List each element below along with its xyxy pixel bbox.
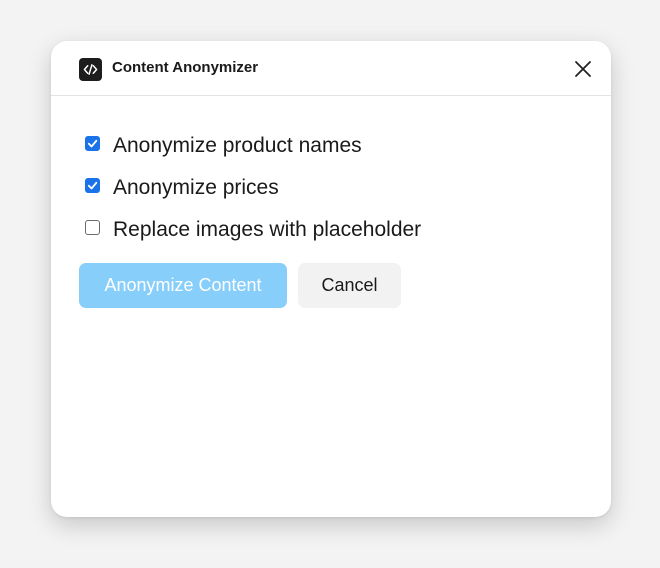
checkbox-anonymize-prices[interactable] — [85, 178, 100, 193]
options-list: Anonymize product names Anonymize prices… — [85, 125, 421, 251]
option-anonymize-product-names[interactable]: Anonymize product names — [85, 125, 421, 167]
checkmark-icon — [87, 181, 98, 190]
option-replace-images[interactable]: Replace images with placeholder — [85, 209, 421, 251]
anonymize-content-button[interactable]: Anonymize Content — [79, 263, 287, 308]
close-icon — [575, 61, 591, 77]
option-anonymize-prices[interactable]: Anonymize prices — [85, 167, 421, 209]
checkbox-replace-images[interactable] — [85, 220, 100, 235]
dialog-title: Content Anonymizer — [112, 59, 259, 76]
checkbox-anonymize-product-names[interactable] — [85, 136, 100, 151]
dialog-actions: Anonymize Content Cancel — [79, 263, 401, 308]
close-button[interactable] — [571, 57, 595, 81]
dialog-header: Content Anonymizer — [51, 41, 611, 96]
option-label: Anonymize prices — [113, 176, 279, 199]
option-label: Anonymize product names — [113, 134, 362, 157]
checkmark-icon — [87, 139, 98, 148]
option-label: Replace images with placeholder — [113, 218, 422, 241]
code-icon — [79, 58, 102, 81]
cancel-button[interactable]: Cancel — [298, 263, 401, 308]
content-anonymizer-dialog: Content Anonymizer Anonymize product nam… — [51, 41, 611, 517]
